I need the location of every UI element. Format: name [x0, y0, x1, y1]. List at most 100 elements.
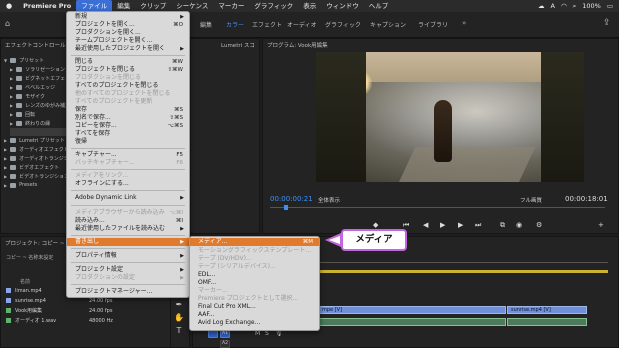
creative-cloud-icon[interactable]: ☁ [538, 2, 545, 10]
project-row[interactable]: オーディオ 1.wav 48000 Hz [6, 316, 156, 325]
timeline-clip-video[interactable]: sunrise.mp4 [V] [507, 306, 587, 314]
mute-icon[interactable]: M [255, 330, 260, 337]
submenu-item-aaf[interactable]: AAF... [190, 311, 319, 319]
track-source-a1[interactable] [208, 330, 218, 338]
menu-item-link-media[interactable]: メディアをリンク... [67, 172, 189, 180]
submenu-item-final-cut-xml[interactable]: Final Cut Pro XML... [190, 303, 319, 311]
submenu-item-motion-graphics-template[interactable]: モーショングラフィックステンプレート... [190, 247, 319, 255]
tree-item[interactable]: ▶ ビデオトランジション [4, 173, 69, 180]
panel-title-lumetri[interactable]: Lumetri スコ [191, 39, 259, 51]
submenu-item-omf[interactable]: OMF... [190, 279, 319, 287]
tree-item[interactable]: ▶ Presets [4, 182, 37, 188]
hand-tool-icon[interactable]: ✋ [174, 313, 184, 323]
mic-icon[interactable]: 🎙 [275, 330, 283, 337]
scrub-bar[interactable] [270, 207, 605, 208]
tree-item[interactable]: ▶ ベベルエッジ [10, 84, 55, 91]
menu-item-project-settings[interactable]: プロジェクト設定 ▶ [67, 266, 189, 274]
menu-view[interactable]: 表示 [298, 0, 321, 12]
menu-item-open-project[interactable]: プロジェクトを開く... ⌘O [67, 21, 189, 29]
menu-item-close-project[interactable]: プロジェクトを閉じる ⇧⌘W [67, 66, 189, 74]
menu-item-make-offline[interactable]: オフラインにする... [67, 180, 189, 188]
submenu-item-premiere-project[interactable]: Premiere プロジェクトとして選択... [190, 295, 319, 303]
track-target-a2[interactable]: A2 [220, 340, 230, 348]
add-button-icon[interactable]: + [598, 221, 604, 229]
tree-item[interactable]: ▶ ビデオエフェクト [4, 164, 59, 171]
submenu-item-tape-dv-hdv[interactable]: テープ (DV/HDV)... [190, 255, 319, 263]
tree-item[interactable]: ▶ モザイク [10, 93, 45, 100]
timeline-clip-audio[interactable] [318, 318, 506, 326]
step-forward-icon[interactable]: ⏭ [475, 221, 481, 230]
menu-item-save-all[interactable]: すべてを保存 [67, 130, 189, 138]
menu-item-import-recent-file[interactable]: 最近使用したファイルを読み込む ▶ [67, 225, 189, 233]
camera-icon[interactable]: ◉ [516, 221, 522, 229]
settings-icon[interactable]: ⚙ [536, 221, 542, 229]
playhead-timecode[interactable]: 00:00:00:21 [270, 195, 313, 203]
lift-icon[interactable]: ⧉ [500, 221, 505, 230]
menu-item-import-from-media-browser[interactable]: メディアブラウザーから読み込み ⌥⌘I [67, 209, 189, 217]
tree-item[interactable]: ▶ 終わりの縁 [10, 120, 50, 127]
work-area-bar[interactable] [318, 270, 608, 273]
menu-item-revert[interactable]: 復帰 [67, 138, 189, 146]
menu-item-new[interactable]: 新規 ▶ [67, 13, 189, 21]
a-icon[interactable]: A [550, 2, 554, 10]
share-icon[interactable]: ⇪ [603, 18, 611, 28]
tree-item-presets[interactable]: ▼ プリセット [4, 57, 44, 64]
pen-tool-icon[interactable]: ✒ [174, 300, 184, 310]
workspace-tab-edit[interactable]: 編集 [200, 20, 212, 29]
menu-item-capture[interactable]: キャプチャー... F5 [67, 151, 189, 159]
menu-item-open-team-project[interactable]: チームプロジェクトを開く... [67, 37, 189, 45]
column-header-name[interactable]: 名前 [20, 278, 30, 285]
menu-item-export[interactable]: 書き出し ▶ [67, 238, 189, 246]
frame-back-icon[interactable]: ◀ [423, 221, 428, 229]
menu-item-open-production[interactable]: プロダクションを開く... [67, 29, 189, 37]
menu-graphics[interactable]: グラフィック [249, 0, 298, 12]
submenu-item-avid-log-exchange[interactable]: Avid Log Exchange... [190, 319, 319, 327]
menu-item-save[interactable]: 保存 ⌘S [67, 106, 189, 114]
menu-item-save-copy[interactable]: コピーを保存... ⌥⌘S [67, 122, 189, 130]
menu-item-close-other-projects[interactable]: 他のすべてのプロジェクトを閉じる [67, 90, 189, 98]
search-icon[interactable]: ⌕ [573, 2, 577, 11]
workspace-tab-captions[interactable]: キャプション [370, 20, 406, 29]
menu-item-close-all-projects[interactable]: すべてのプロジェクトを閉じる [67, 82, 189, 90]
tree-item[interactable]: ▶ 回転 [10, 111, 35, 118]
menu-help[interactable]: ヘルプ [364, 0, 394, 12]
submenu-item-markers[interactable]: マーカー... [190, 287, 319, 295]
apple-icon[interactable]: ● [0, 2, 18, 10]
tree-item[interactable]: ▶ ソラリゼーション [10, 66, 65, 73]
workspace-tab-graphics[interactable]: グラフィック [325, 20, 361, 29]
battery-icon[interactable]: ▭ [607, 2, 613, 10]
tree-item[interactable]: ▶ オーディオエフェクト [4, 146, 69, 153]
quality-dropdown[interactable]: フル画質 [520, 196, 542, 204]
menu-item-production-settings[interactable]: プロダクションの設定 ▶ [67, 274, 189, 282]
play-icon[interactable]: ▶ [440, 221, 445, 229]
timeline-ruler[interactable] [318, 262, 608, 263]
menu-item-batch-capture[interactable]: バッチキャプチャー... F6 [67, 159, 189, 167]
menu-item-save-as[interactable]: 別名で保存... ⇧⌘S [67, 114, 189, 122]
timeline-clip-video[interactable]: mpe [V] [318, 306, 506, 314]
workspace-tab-audio[interactable]: オーディオ [287, 20, 317, 29]
project-row[interactable]: Vook用編集 24.00 fps [6, 306, 156, 315]
track-target-a1[interactable]: A1 [220, 330, 230, 338]
fit-dropdown[interactable]: 全体表示 [318, 196, 340, 204]
submenu-item-tape-serial[interactable]: テープ (シリアルデバイス)... [190, 263, 319, 271]
playhead-handle[interactable] [284, 205, 288, 210]
timeline-clip-audio[interactable] [507, 318, 587, 326]
menu-item-close-production[interactable]: プロダクションを閉じる [67, 74, 189, 82]
program-video-frame[interactable] [316, 52, 584, 182]
workspace-tab-color[interactable]: カラー [226, 20, 244, 29]
frame-forward-icon[interactable]: ▶ [458, 221, 463, 229]
solo-icon[interactable]: S [265, 330, 269, 337]
wifi-icon[interactable]: ◠ [561, 2, 567, 10]
menu-item-project-manager[interactable]: プロジェクトマネージャー... [67, 288, 189, 296]
menu-item-adobe-dynamic-link[interactable]: Adobe Dynamic Link ▶ [67, 194, 189, 202]
menu-marker[interactable]: マーカー [213, 0, 249, 12]
more-workspaces-icon[interactable]: » [462, 19, 466, 27]
program-monitor-title[interactable]: プログラム: Vook用編集 [263, 39, 618, 51]
submenu-item-media[interactable]: メディア... ⌘M [190, 238, 319, 246]
tree-item[interactable]: ▶ Lumetri プリセット [4, 137, 65, 144]
tree-item[interactable]: ▶ レンズのゆがみ補正 [10, 102, 70, 109]
workspace-tab-libraries[interactable]: ライブラリ [418, 20, 448, 29]
home-icon[interactable]: ⌂ [5, 19, 10, 28]
menu-item-close[interactable]: 閉じる ⌘W [67, 58, 189, 66]
workspace-tab-effects[interactable]: エフェクト [252, 20, 282, 29]
